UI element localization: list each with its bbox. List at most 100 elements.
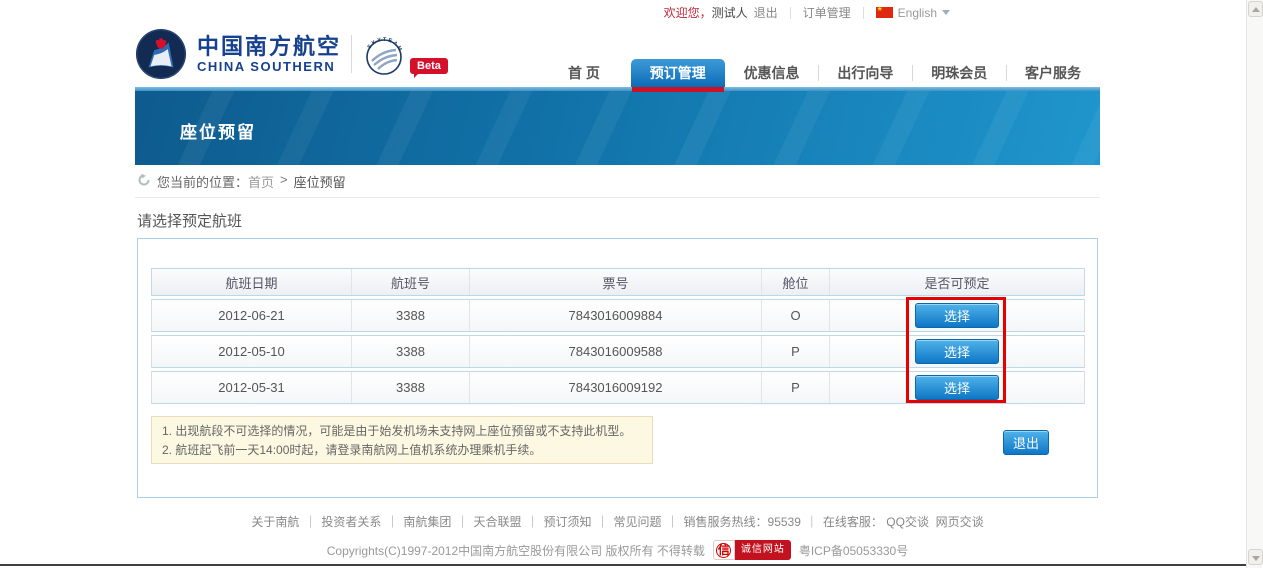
breadcrumb-home-link[interactable]: 首页 [248,172,274,191]
airline-logo-icon [135,28,187,80]
badge-character: 信 [716,543,731,558]
exit-button[interactable]: 退出 [1003,430,1049,455]
footer-separator: ｜ [304,515,316,529]
flight-table: 航班日期 航班号 票号 舱位 是否可预定 2012-06-21 3388 784… [151,268,1085,407]
cell-ticket-number: 7843016009884 [470,300,762,331]
cell-flight-number: 3388 [352,336,470,367]
cell-ticket-number: 7843016009192 [470,372,762,403]
divider [790,7,791,19]
china-flag-icon: ★ [876,7,893,18]
header-bookable: 是否可预定 [830,269,1084,295]
footer-separator: ｜ [386,515,398,529]
divider [863,7,864,19]
note-line-1: 1. 出现航段不可选择的情况，可能是由于始发机场未支持网上座位预留或不支持此机型… [162,422,642,441]
sales-hotline: 销售服务热线：95539 [684,515,801,529]
section-title: 请选择预定航班 [137,210,242,231]
flag-star: ★ [877,4,883,15]
tab-customer-service[interactable]: 客户服务 [1006,59,1100,87]
header-ticket-number: 票号 [470,269,762,295]
footer-link-about[interactable]: 关于南航 [251,515,299,529]
vertical-scrollbar[interactable] [1246,0,1263,568]
cell-action: 选择 [830,300,1084,331]
cell-action: 选择 [830,372,1084,403]
language-selector[interactable]: ★ English [876,6,950,20]
cell-flight-number: 3388 [352,300,470,331]
breadcrumb: 您当前的位置： 首页 > 座位预留 [135,172,1100,198]
select-flight-button[interactable]: 选择 [915,339,999,364]
footer-separator: ｜ [806,515,818,529]
notes-box: 1. 出现航段不可选择的情况，可能是由于始发机场未支持网上座位预留或不支持此机型… [151,416,653,464]
footer-link-faq[interactable]: 常见问题 [614,515,662,529]
skyteam-logo-icon: SKYTEAM [362,31,406,77]
breadcrumb-current: 座位预留 [294,172,346,191]
window-bottom-edge [0,564,1246,566]
cell-cabin-class: P [762,372,830,403]
tab-sky-pearl-member[interactable]: 明珠会员 [912,59,1006,87]
qq-chat-link[interactable]: QQ交谈 [886,515,929,529]
flight-selection-panel: 航班日期 航班号 票号 舱位 是否可预定 2012-06-21 3388 784… [137,238,1098,498]
cell-ticket-number: 7843016009588 [470,336,762,367]
cell-cabin-class: O [762,300,830,331]
footer-separator: ｜ [526,515,538,529]
header-flight-number: 航班号 [352,269,470,295]
footer-separator: ｜ [667,515,679,529]
table-row: 2012-05-10 3388 7843016009588 P 选择 [151,335,1085,368]
airline-logo[interactable]: 中国南方航空 CHINA SOUTHERN SKYTEAM Beta [135,28,448,80]
header-flight-date: 航班日期 [152,269,352,295]
cell-flight-date: 2012-06-21 [152,300,352,331]
username: 测试人 [712,4,748,21]
web-chat-link[interactable]: 网页交谈 [936,515,984,529]
table-row: 2012-05-31 3388 7843016009192 P 选择 [151,371,1085,404]
user-bar: 欢迎您， 测试人 退出 订单管理 ★ English [0,0,1100,25]
breadcrumb-label: 您当前的位置： [157,172,248,191]
table-row: 2012-06-21 3388 7843016009884 O 选择 [151,299,1085,332]
icp-license: 粤ICP备05053330号 [799,542,908,559]
cell-action: 选择 [830,336,1084,367]
select-flight-button[interactable]: 选择 [915,375,999,400]
airline-name-en: CHINA SOUTHERN [197,59,341,74]
page-title: 座位预留 [135,91,1100,143]
location-arrow-icon [137,173,151,187]
header-cabin-class: 舱位 [762,269,830,295]
table-header-row: 航班日期 航班号 票号 舱位 是否可预定 [151,268,1085,296]
footer-link-csair-group[interactable]: 南航集团 [403,515,451,529]
page-banner: 座位预留 [135,91,1100,165]
nav-underline [135,87,1100,91]
cell-cabin-class: P [762,336,830,367]
order-management-link[interactable]: 订单管理 [803,4,851,21]
breadcrumb-separator: > [280,172,288,187]
note-line-2: 2. 航班起飞前一天14:00时起，请登录南航网上值机系统办理乘机手续。 [162,441,642,460]
seat-reservation-page: 欢迎您， 测试人 退出 订单管理 ★ English 中 [0,0,1263,568]
cell-flight-date: 2012-05-31 [152,372,352,403]
footer-link-investor-relations[interactable]: 投资者关系 [321,515,381,529]
scroll-down-button[interactable] [1248,549,1263,565]
select-flight-button[interactable]: 选择 [915,303,999,328]
footer-links: 关于南航 ｜ 投资者关系 ｜ 南航集团 ｜ 天合联盟 ｜ 预订须知 ｜ 常见问题 ｜ 销售服务热线：95… [135,513,1100,530]
divider [351,35,352,73]
copyright-text: Copyrights(C)1997-2012中国南方航空股份有限公司 版权所有 … [327,542,705,559]
scroll-up-button[interactable] [1248,1,1263,17]
footer-copyright-row: Copyrights(C)1997-2012中国南方航空股份有限公司 版权所有 … [135,540,1100,560]
footer-link-skyteam-alliance[interactable]: 天合联盟 [473,515,521,529]
chevron-up-icon [1252,7,1260,12]
footer-link-booking-notice[interactable]: 预订须知 [543,515,591,529]
trusted-site-badge[interactable]: 信 诚信网站 [713,540,791,560]
tab-travel-guide[interactable]: 出行向导 [818,59,912,87]
main-nav: 首 页 预订管理 优惠信息 出行向导 明珠会员 客户服务 [537,59,1100,87]
airline-logo-text: 中国南方航空 CHINA SOUTHERN [197,35,341,74]
logout-link[interactable]: 退出 [754,4,778,21]
tab-promotions[interactable]: 优惠信息 [725,59,819,87]
tab-home[interactable]: 首 页 [537,59,631,87]
beta-badge: Beta [410,58,448,74]
svg-text:SKYTEAM: SKYTEAM [367,37,404,53]
cell-flight-date: 2012-05-10 [152,336,352,367]
cell-flight-number: 3388 [352,372,470,403]
trusted-site-badge-icon: 信 [713,540,735,560]
chevron-down-icon [1252,556,1260,561]
footer-separator: ｜ [596,515,608,529]
tab-booking-management[interactable]: 预订管理 [631,59,725,87]
language-label: English [898,6,937,20]
online-service-label: 在线客服： [823,515,883,529]
footer-separator: ｜ [456,515,468,529]
airline-name-cn: 中国南方航空 [197,35,341,59]
